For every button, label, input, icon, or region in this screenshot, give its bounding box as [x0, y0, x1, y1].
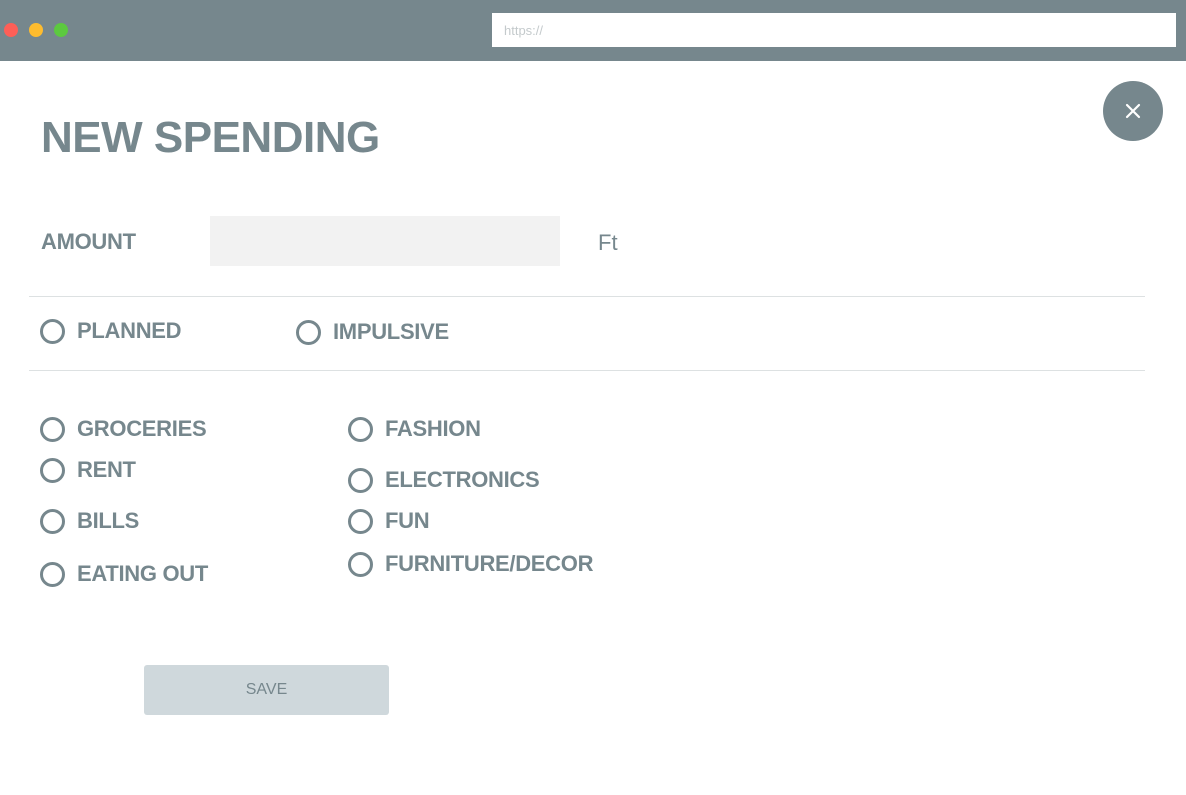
radio-label: FURNITURE/DECOR [385, 551, 594, 576]
window-minimize-dot[interactable] [29, 23, 43, 37]
radio-circle-icon [40, 457, 65, 483]
radio-label: PLANNED [77, 318, 182, 343]
radio-label: BILLS [77, 508, 140, 533]
radio-label: ELECTRONICS [385, 467, 540, 492]
currency-unit: Ft [598, 230, 618, 255]
browser-toolbar [0, 0, 1186, 61]
save-button[interactable]: SAVE [144, 665, 389, 715]
radio-circle-icon [40, 416, 65, 442]
window-zoom-dot[interactable] [54, 23, 68, 37]
amount-label: AMOUNT [41, 229, 136, 254]
page-title: NEW SPENDING [41, 113, 380, 162]
radio-circle-icon [40, 561, 65, 587]
radio-circle-icon [296, 319, 321, 345]
radio-label: FUN [385, 508, 430, 533]
radio-rent[interactable]: RENT [40, 457, 136, 483]
radio-fashion[interactable]: FASHION [348, 416, 481, 442]
radio-circle-icon [348, 467, 373, 493]
address-bar[interactable] [492, 13, 1176, 47]
radio-fun[interactable]: FUN [348, 508, 430, 534]
divider [29, 296, 1145, 297]
radio-circle-icon [348, 416, 373, 442]
radio-label: RENT [77, 457, 136, 482]
radio-circle-icon [40, 508, 65, 534]
radio-electronics[interactable]: ELECTRONICS [348, 467, 540, 493]
radio-furniture-decor[interactable]: FURNITURE/DECOR [348, 551, 593, 577]
radio-planned[interactable]: PLANNED [40, 318, 182, 344]
window-close-dot[interactable] [4, 23, 18, 37]
divider [29, 370, 1145, 371]
radio-bills[interactable]: BILLS [40, 508, 139, 534]
radio-groceries[interactable]: GROCERIES [40, 416, 207, 442]
radio-eating-out[interactable]: EATING OUT [40, 561, 208, 587]
radio-circle-icon [348, 508, 373, 534]
radio-label: FASHION [385, 416, 481, 441]
radio-circle-icon [40, 318, 65, 344]
radio-label: IMPULSIVE [333, 319, 449, 344]
close-icon [1125, 103, 1141, 119]
radio-impulsive[interactable]: IMPULSIVE [296, 319, 449, 345]
radio-label: EATING OUT [77, 561, 209, 586]
radio-label: GROCERIES [77, 416, 207, 441]
close-button[interactable] [1103, 81, 1163, 141]
amount-input[interactable] [210, 216, 560, 266]
radio-circle-icon [348, 551, 373, 577]
